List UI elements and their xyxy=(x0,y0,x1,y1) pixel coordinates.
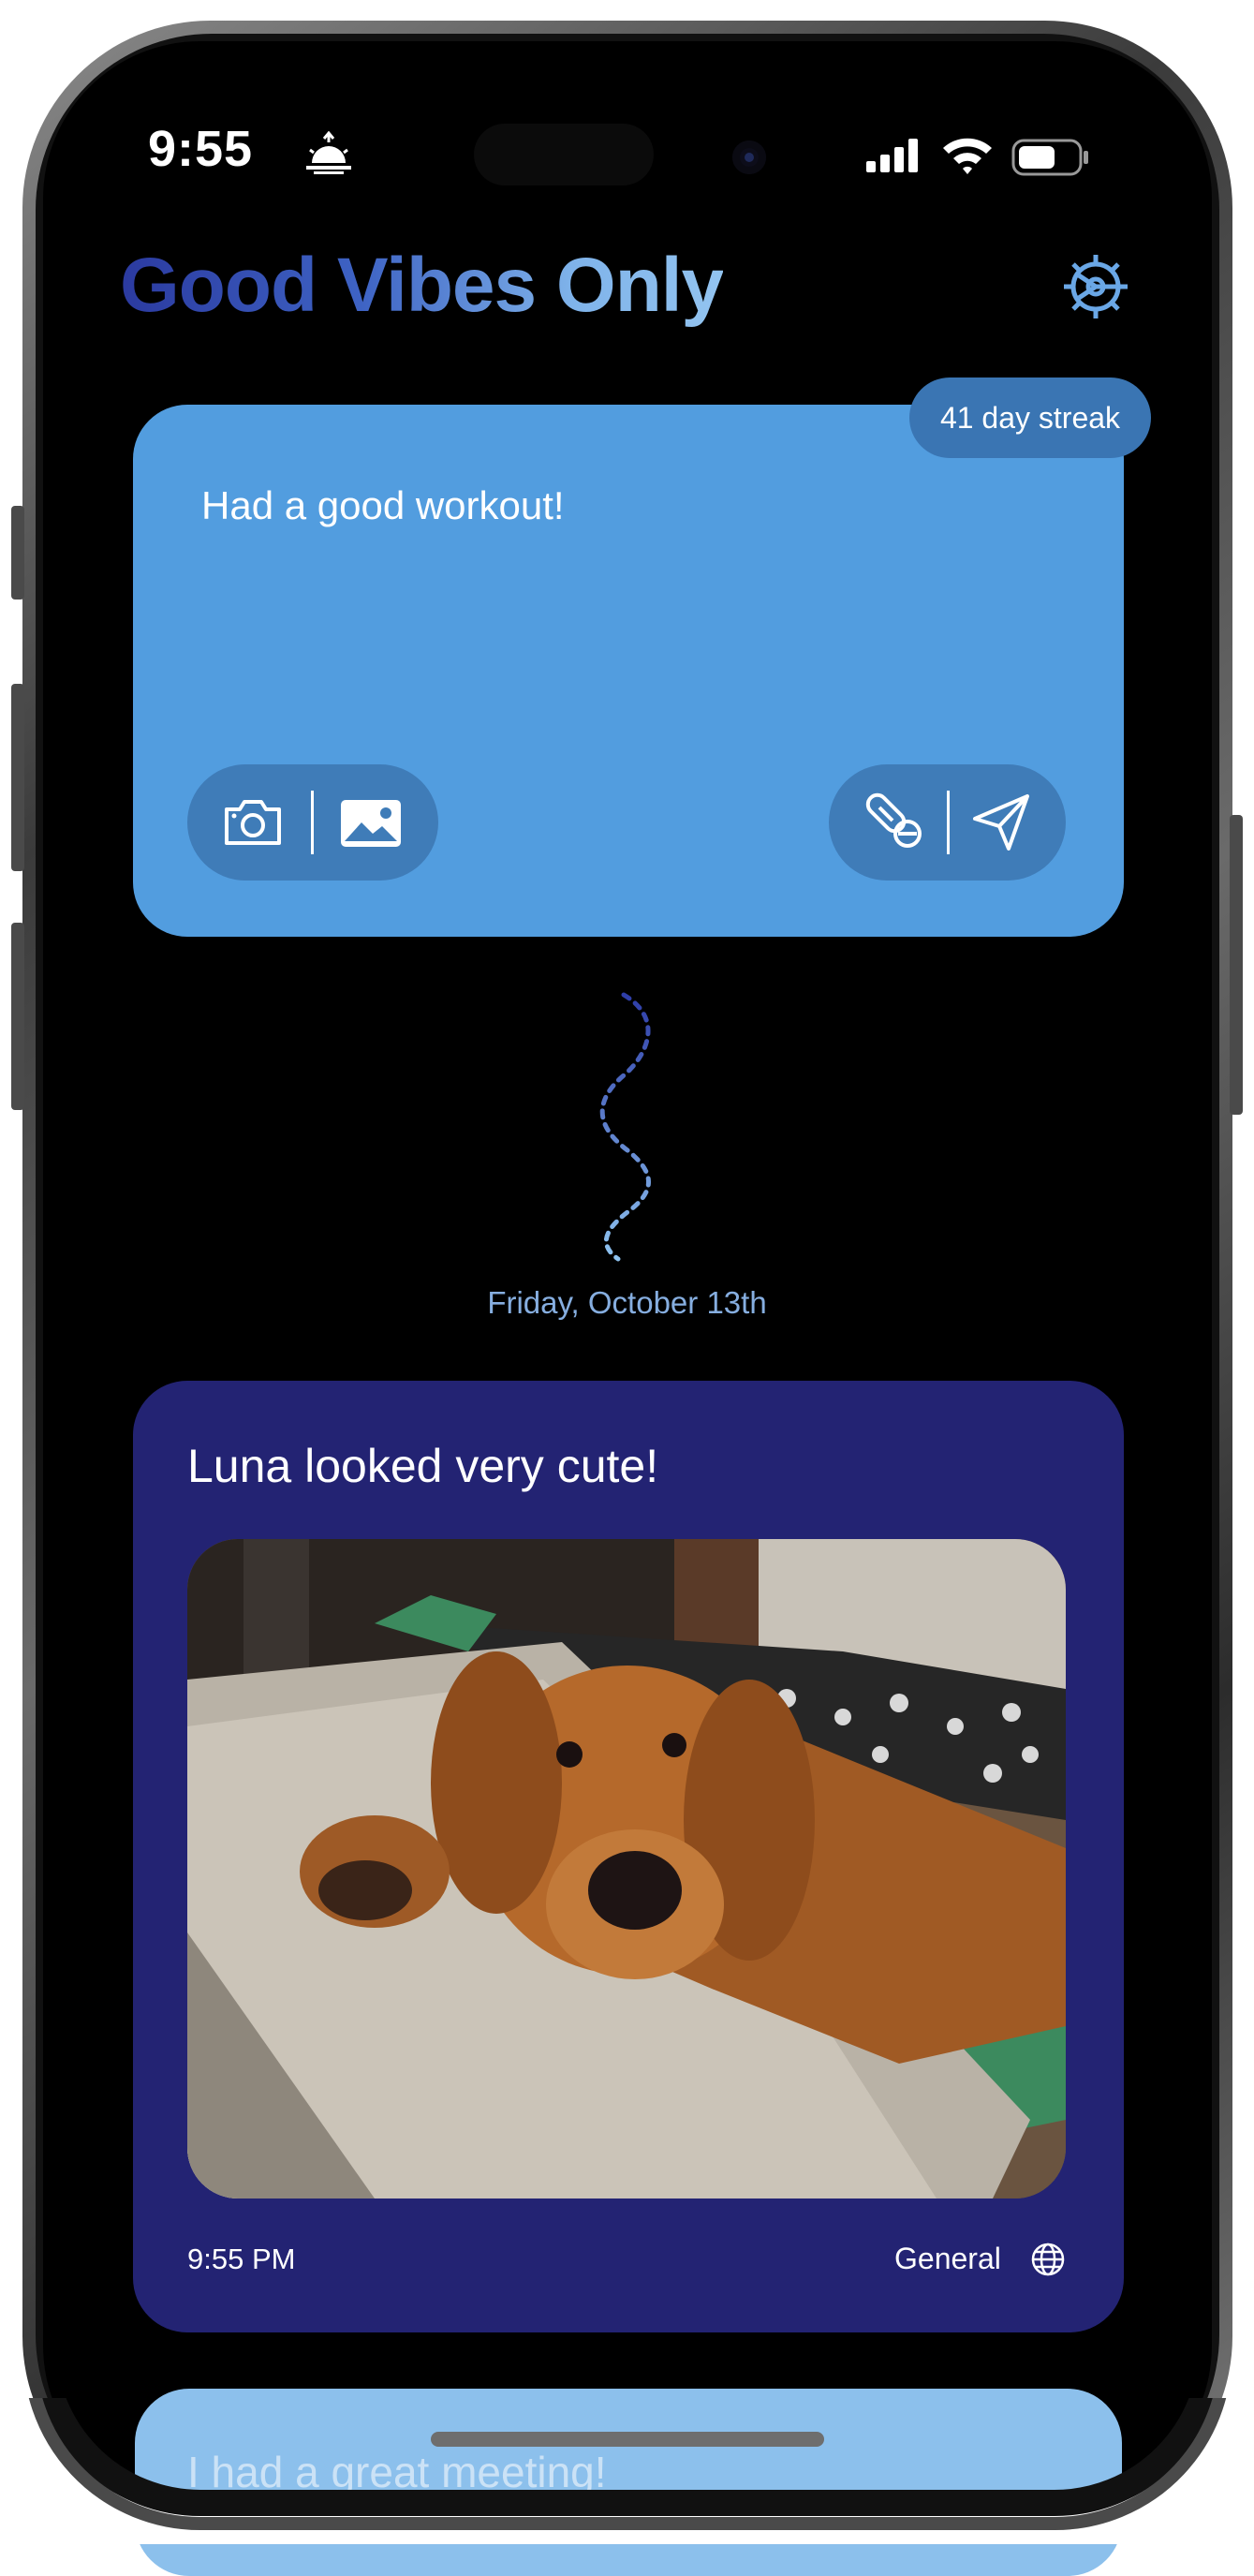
status-time: 9:55 xyxy=(148,121,254,177)
send-icon[interactable] xyxy=(969,791,1033,854)
pill-divider xyxy=(947,791,950,854)
media-actions-pill xyxy=(187,764,438,881)
wifi-icon xyxy=(943,138,992,174)
composer-text-input[interactable]: Had a good workout! xyxy=(201,483,565,528)
streak-badge: 41 day streak xyxy=(909,378,1151,458)
pill-divider xyxy=(311,791,314,854)
camera-icon[interactable] xyxy=(221,791,285,854)
sunrise-icon xyxy=(306,131,351,174)
timeline-connector xyxy=(599,992,651,1262)
globe-icon xyxy=(1031,2243,1065,2276)
post-category: General xyxy=(894,2242,1001,2275)
gear-icon[interactable] xyxy=(1060,251,1131,322)
timeline-date-label: Friday, October 13th xyxy=(487,1285,767,1320)
post-actions-pill xyxy=(829,764,1066,881)
pills-icon[interactable] xyxy=(859,791,926,854)
post-title: Luna looked very cute! xyxy=(187,1440,659,1492)
dynamic-island xyxy=(474,124,654,185)
dog-photo-image xyxy=(187,1539,1066,2198)
phone-bottom-edge xyxy=(0,2398,1254,2544)
action-button xyxy=(11,506,24,600)
battery-icon xyxy=(1011,139,1088,176)
volume-down-button xyxy=(11,923,24,1110)
cellular-signal-icon xyxy=(866,139,918,172)
front-camera xyxy=(732,141,766,174)
volume-up-button xyxy=(11,684,24,871)
app-title: Good Vibes Only xyxy=(120,243,724,328)
post-timestamp: 9:55 PM xyxy=(187,2243,296,2275)
photo-gallery-icon[interactable] xyxy=(337,791,405,854)
post-photo[interactable] xyxy=(187,1539,1066,2198)
power-button xyxy=(1230,815,1243,1115)
